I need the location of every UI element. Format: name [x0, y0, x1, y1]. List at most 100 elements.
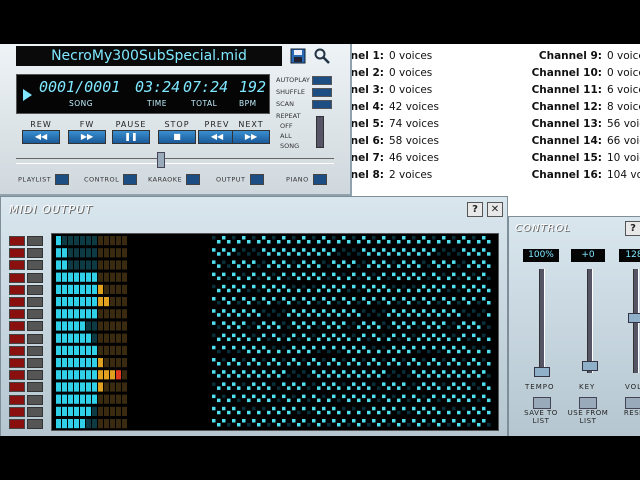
solo-button[interactable] — [27, 248, 43, 259]
note-activity-cell — [412, 309, 416, 313]
level-meter-segment — [122, 297, 127, 307]
note-activity-cell — [487, 386, 491, 390]
mute-button[interactable] — [9, 406, 25, 417]
solo-button[interactable] — [27, 297, 43, 307]
help-button[interactable]: ? — [467, 202, 483, 217]
channel-label: Channel 12: — [531, 101, 602, 113]
level-meter-segment — [98, 297, 103, 307]
mute-button[interactable] — [9, 333, 25, 344]
solo-button[interactable] — [27, 419, 43, 429]
mute-button[interactable] — [9, 309, 25, 320]
mute-button[interactable] — [9, 321, 25, 332]
tempo-slider[interactable] — [539, 269, 545, 373]
mute-button[interactable] — [9, 284, 25, 295]
solo-button[interactable] — [27, 284, 43, 295]
solo-button[interactable] — [27, 406, 43, 417]
toggle-control[interactable]: CONTROL — [84, 174, 138, 185]
mute-button[interactable] — [9, 394, 25, 405]
solo-button[interactable] — [27, 345, 43, 356]
seek-slider-handle[interactable] — [157, 152, 165, 168]
note-activity-cell — [222, 419, 226, 423]
note-activity-cell — [297, 301, 301, 305]
toggle-piano[interactable]: PIANO — [286, 174, 327, 185]
note-activity-cell — [307, 398, 311, 403]
save-icon[interactable] — [290, 48, 306, 64]
mute-button[interactable] — [9, 297, 25, 307]
mute-button[interactable] — [9, 236, 25, 246]
note-activity-cell — [437, 313, 441, 317]
note-activity-cell — [362, 406, 366, 411]
mute-button[interactable] — [9, 345, 25, 356]
fw-button[interactable]: FW ▶▶ — [68, 120, 106, 144]
note-activity-cell — [272, 297, 276, 301]
solo-button[interactable] — [27, 394, 43, 405]
reset-button[interactable] — [625, 397, 640, 409]
note-activity-cell — [287, 374, 291, 378]
level-meter-segment — [116, 370, 121, 380]
prev-button[interactable]: PREV ◀◀ — [198, 120, 236, 144]
save-to-list-label: SAVE TO LIST — [524, 409, 558, 425]
solo-button[interactable] — [27, 272, 43, 283]
channel-controls — [9, 381, 47, 393]
next-button[interactable]: NEXT ▶▶ — [232, 120, 270, 144]
note-activity-cell — [312, 333, 316, 338]
mute-button[interactable] — [9, 419, 25, 429]
solo-button[interactable] — [27, 370, 43, 381]
key-slider-handle[interactable] — [582, 361, 598, 371]
note-activity-cell — [362, 248, 366, 252]
note-activity-cell — [342, 236, 346, 240]
solo-button[interactable] — [27, 382, 43, 393]
note-activity-cell — [217, 349, 221, 354]
key-slider[interactable] — [587, 269, 593, 373]
note-activity-cell — [317, 313, 321, 317]
use-from-list-button[interactable] — [579, 397, 597, 409]
solo-button[interactable] — [27, 309, 43, 320]
stop-button[interactable]: STOP ■ — [158, 120, 196, 144]
search-icon[interactable] — [314, 48, 330, 64]
level-meter-segment — [56, 345, 61, 355]
pause-button[interactable]: PAUSE ❚❚ — [112, 120, 150, 144]
note-activity-cell — [227, 264, 231, 268]
note-activity-cell — [227, 240, 231, 244]
scan-switch[interactable] — [312, 100, 332, 109]
control-help-button[interactable]: ? — [625, 221, 640, 236]
note-activity-cell — [262, 406, 266, 411]
note-activity-cell — [462, 358, 466, 362]
seek-slider[interactable] — [16, 158, 334, 164]
mute-button[interactable] — [9, 382, 25, 393]
repeat-slider[interactable] — [316, 116, 324, 148]
rew-button[interactable]: REW ◀◀ — [22, 120, 60, 144]
note-activity-cell — [212, 406, 216, 411]
note-activity-cell — [287, 313, 291, 317]
toggle-output[interactable]: OUTPUT — [216, 174, 264, 185]
note-activity-cell — [437, 374, 441, 378]
solo-button[interactable] — [27, 236, 43, 246]
mute-button[interactable] — [9, 358, 25, 368]
solo-button[interactable] — [27, 333, 43, 344]
save-to-list-button[interactable] — [533, 397, 551, 409]
close-button[interactable]: ✕ — [487, 202, 503, 217]
mute-button[interactable] — [9, 370, 25, 381]
level-meter-segment — [122, 382, 127, 392]
shuffle-switch[interactable] — [312, 88, 332, 97]
note-activity-cell — [327, 313, 331, 317]
mute-button[interactable] — [9, 260, 25, 271]
note-activity-cell — [212, 284, 216, 289]
level-meter-segment — [98, 333, 103, 343]
note-activity-cell — [242, 297, 246, 301]
mute-button[interactable] — [9, 248, 25, 259]
note-activity-cell — [242, 272, 246, 277]
solo-button[interactable] — [27, 321, 43, 332]
autoplay-switch[interactable] — [312, 76, 332, 85]
mute-button[interactable] — [9, 272, 25, 283]
note-activity-cell — [227, 276, 231, 281]
channel-controls — [9, 418, 47, 429]
toggle-playlist[interactable]: PLAYLIST — [18, 174, 70, 185]
toggle-karaoke[interactable]: KARAOKE — [148, 174, 201, 185]
solo-button[interactable] — [27, 358, 43, 368]
tempo-slider-handle[interactable] — [534, 367, 550, 377]
volume-slider-handle[interactable] — [628, 313, 640, 323]
note-activity-cell — [412, 260, 416, 264]
level-meter-segment — [104, 284, 109, 294]
solo-button[interactable] — [27, 260, 43, 271]
